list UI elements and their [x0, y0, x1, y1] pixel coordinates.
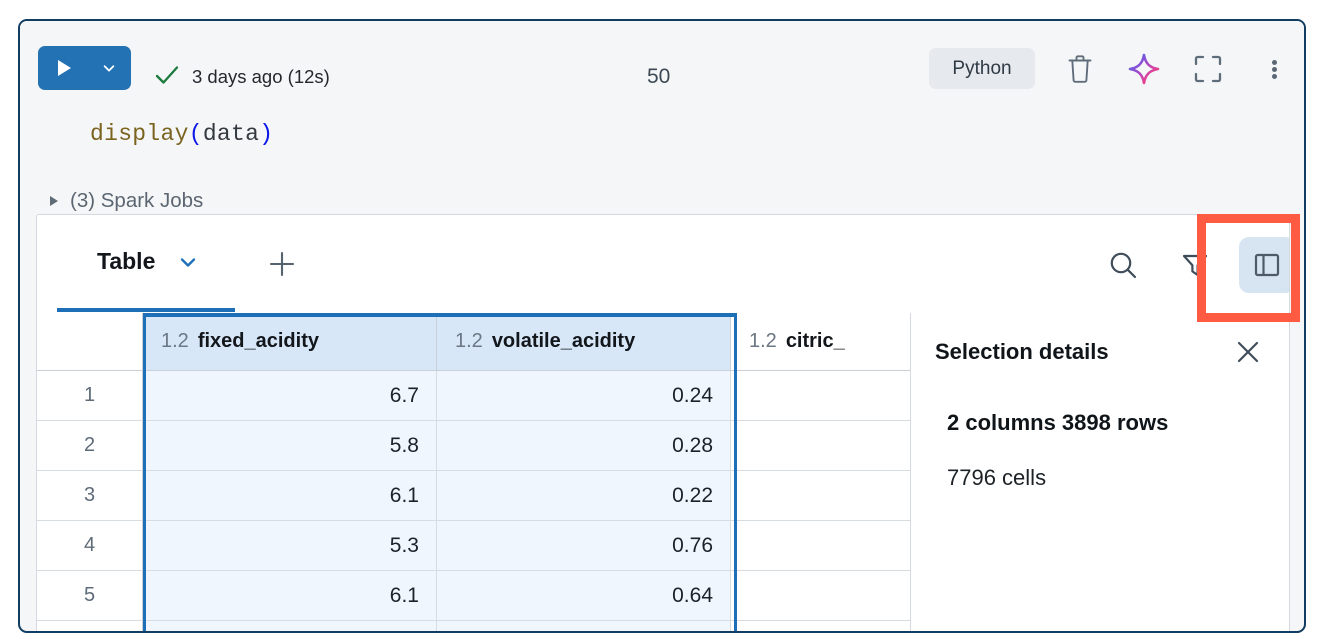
row-number [37, 621, 143, 631]
selection-summary: 2 columns 3898 rows [947, 410, 1169, 435]
row-number-header [37, 313, 143, 371]
column-type-label: 1.2 [455, 330, 483, 352]
filter-results-button[interactable] [1175, 245, 1215, 285]
column-header-volatile-acidity[interactable]: 1.2 volatile_acidity [437, 313, 731, 371]
search-results-button[interactable] [1103, 245, 1143, 285]
selection-details-title: Selection details [935, 339, 1109, 364]
kebab-menu-icon [1271, 58, 1277, 81]
row-number: 5 [37, 571, 143, 621]
cell-number: 50 [647, 65, 671, 88]
code-function-token: display [90, 121, 189, 147]
run-status-text: 3 days ago (12s) [192, 66, 330, 87]
language-label: Python [952, 57, 1012, 79]
cell-fixed-acidity[interactable]: 5.3 [143, 521, 437, 571]
column-type-label: 1.2 [161, 330, 189, 352]
cell-volatile-acidity[interactable]: 0.64 [437, 571, 731, 621]
toggle-selection-panel-button[interactable] [1239, 237, 1289, 293]
code-close-paren: ) [259, 121, 274, 147]
cell-fixed-acidity[interactable]: 5.8 [143, 421, 437, 471]
column-header-fixed-acidity[interactable]: 1.2 fixed_acidity [143, 313, 437, 371]
cell-fixed-acidity[interactable]: 6.7 [143, 371, 437, 421]
row-number: 1 [37, 371, 143, 421]
column-type-label: 1.2 [749, 330, 777, 352]
sparkle-icon [1128, 53, 1160, 85]
cell-volatile-acidity[interactable]: 0.22 [437, 471, 731, 521]
cell-command-bar: 3 days ago (12s) 50 Python [20, 21, 1304, 94]
assistant-button[interactable] [1126, 51, 1162, 87]
code-argument-token: data [202, 121, 260, 147]
run-cell-button[interactable] [38, 46, 131, 90]
delete-cell-button[interactable] [1062, 51, 1098, 87]
column-name-label: citric_ [785, 330, 845, 352]
expand-cell-button[interactable] [1190, 51, 1226, 87]
add-visualization-button[interactable] [263, 245, 301, 283]
selection-cell-count: 7796 cells [947, 465, 1047, 490]
search-icon [1110, 252, 1137, 279]
code-open-paren: ( [188, 121, 203, 147]
chevron-down-icon[interactable] [102, 61, 116, 75]
cell-volatile-acidity[interactable]: 0.28 [437, 421, 731, 471]
cell-fixed-acidity[interactable]: 6.1 [143, 471, 437, 521]
spark-jobs-label: (3) Spark Jobs [70, 189, 204, 212]
cell-fixed-acidity[interactable] [143, 621, 437, 631]
selection-border-left [143, 313, 146, 631]
spark-jobs-toggle[interactable]: (3) Spark Jobs [50, 189, 203, 213]
filter-icon [1182, 254, 1208, 277]
selection-border-top [143, 313, 737, 317]
column-name-label: volatile_acidity [491, 330, 636, 352]
tab-table[interactable]: Table [57, 215, 235, 312]
cell-fixed-acidity[interactable]: 6.1 [143, 571, 437, 621]
tab-table-label: Table [97, 248, 156, 274]
triangle-right-icon [50, 196, 58, 206]
cell-volatile-acidity[interactable] [437, 621, 731, 631]
result-tab-bar: Table [37, 215, 1289, 314]
play-icon [57, 60, 71, 76]
close-icon [1237, 341, 1259, 363]
notebook-cell: 3 days ago (12s) 50 Python display(data)… [18, 19, 1306, 633]
cell-volatile-acidity[interactable]: 0.24 [437, 371, 731, 421]
trash-icon [1068, 55, 1092, 83]
language-selector[interactable]: Python [929, 48, 1035, 89]
check-icon [155, 66, 179, 84]
cell-volatile-acidity[interactable]: 0.76 [437, 521, 731, 571]
close-selection-details-button[interactable] [1229, 333, 1267, 371]
selection-border-right [734, 313, 737, 631]
row-number: 4 [37, 521, 143, 571]
side-panel-icon [1254, 253, 1280, 277]
code-line[interactable]: display(data) [90, 121, 273, 147]
cell-more-menu-button[interactable] [1256, 51, 1292, 87]
result-panel: Table 1.2 fixed_acidity 1.2 volatile_aci… [36, 214, 1290, 631]
chevron-down-icon[interactable] [177, 251, 199, 273]
plus-icon [269, 251, 295, 277]
row-number: 3 [37, 471, 143, 521]
column-name-label: fixed_acidity [197, 330, 319, 352]
selection-details-panel: Selection details 2 columns 3898 rows 77… [910, 313, 1289, 631]
fullscreen-icon [1194, 55, 1222, 83]
row-number: 2 [37, 421, 143, 471]
